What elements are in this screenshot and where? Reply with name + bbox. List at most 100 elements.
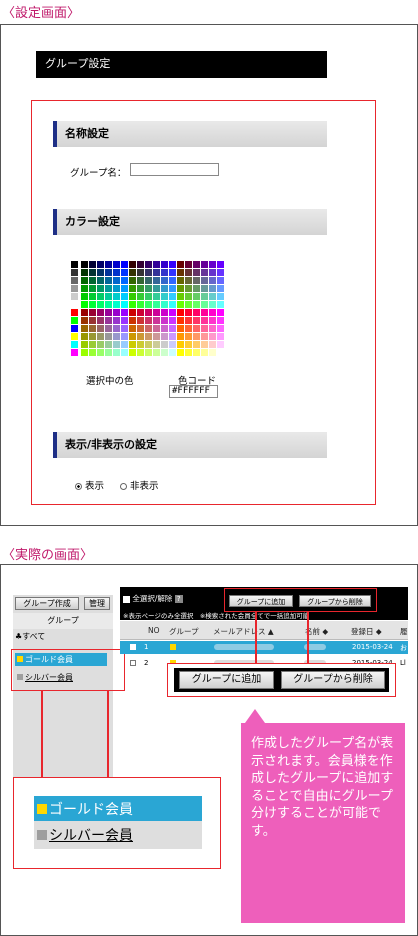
select-all-toggle[interactable]: 全選択/解除 ? — [123, 593, 183, 604]
row-checkbox[interactable] — [130, 644, 136, 650]
show-radio-checked-icon[interactable] — [75, 483, 82, 490]
zoom-add-to-group-button[interactable]: グループに追加 — [179, 671, 274, 689]
color-code-input[interactable]: #FFFFFF — [169, 385, 218, 398]
help-icon[interactable]: ? — [174, 595, 183, 603]
selected-color-label: 選択中の色 — [86, 376, 134, 387]
group-header: グループ — [13, 613, 113, 629]
palette-swatch — [105, 341, 112, 348]
col-email[interactable]: メールアドレス ▲ — [213, 626, 274, 637]
palette-swatch — [153, 317, 160, 324]
palette-swatch — [161, 301, 168, 308]
zoom-gold-square-icon — [37, 804, 47, 814]
palette-swatch — [177, 277, 184, 284]
palette-swatch — [177, 269, 184, 276]
palette-swatch — [97, 341, 104, 348]
callout-text: 作成したグループ名が表示されます。会員様を作成したグループに追加することで自由に… — [251, 736, 394, 839]
palette-swatch — [137, 293, 144, 300]
palette-swatch — [81, 277, 88, 284]
select-all-checkbox[interactable] — [123, 595, 130, 603]
palette-swatch — [137, 317, 144, 324]
palette-swatch — [129, 285, 136, 292]
palette-swatch — [105, 301, 112, 308]
col-group[interactable]: グループ — [169, 626, 199, 637]
palette-swatch — [217, 269, 224, 276]
col-history[interactable]: 履 — [400, 626, 408, 637]
palette-swatch — [209, 301, 216, 308]
manage-button[interactable]: 管理 — [84, 597, 110, 610]
row-email-blurred — [214, 644, 274, 650]
palette-swatch — [121, 277, 128, 284]
palette-swatch — [71, 341, 78, 348]
palette-swatch — [145, 309, 152, 316]
palette-swatch — [177, 341, 184, 348]
palette-swatch — [209, 269, 216, 276]
palette-swatch — [105, 261, 112, 268]
palette-swatch — [169, 333, 176, 340]
palette-swatch — [113, 301, 120, 308]
palette-swatch — [193, 325, 200, 332]
zoom-buttons-highlight: グループに追加 グループから削除 — [167, 663, 396, 697]
palette-swatch — [209, 285, 216, 292]
palette-swatch — [97, 261, 104, 268]
palette-swatch — [169, 341, 176, 348]
palette-swatch — [217, 317, 224, 324]
palette-swatch — [71, 301, 78, 308]
palette-swatch — [113, 269, 120, 276]
palette-swatch — [185, 269, 192, 276]
sidebar-connector-left — [41, 691, 43, 779]
row-checkbox[interactable] — [130, 660, 136, 666]
palette-swatch — [177, 333, 184, 340]
hide-radio-icon[interactable] — [120, 483, 127, 490]
palette-swatch — [153, 349, 160, 356]
explanation-callout: 作成したグループ名が表示されます。会員様を作成したグループに追加することで自由に… — [241, 709, 405, 923]
palette-swatch — [217, 341, 224, 348]
zoom-remove-from-group-button[interactable]: グループから削除 — [281, 671, 385, 689]
palette-swatch — [129, 277, 136, 284]
palette-swatch — [201, 349, 208, 356]
color-palette[interactable] — [71, 253, 239, 361]
palette-swatch — [105, 333, 112, 340]
palette-swatch — [113, 309, 120, 316]
hide-radio-option[interactable]: 非表示 — [120, 478, 159, 492]
row-history: お — [400, 644, 407, 652]
color-section-header: カラー設定 — [53, 209, 327, 235]
group-name-input[interactable] — [130, 163, 219, 176]
palette-swatch — [97, 309, 104, 316]
sidebar-item-all-label: すべて — [22, 632, 46, 641]
palette-swatch — [121, 349, 128, 356]
visibility-section-header: 表示/非表示の設定 — [53, 432, 327, 458]
palette-swatch — [89, 277, 96, 284]
toolbar-buttons-highlight — [224, 588, 377, 612]
palette-swatch — [153, 301, 160, 308]
zoom-silver-square-icon — [37, 830, 47, 840]
palette-swatch — [71, 333, 78, 340]
palette-swatch — [161, 261, 168, 268]
palette-swatch — [129, 301, 136, 308]
palette-swatch — [89, 341, 96, 348]
palette-swatch — [161, 309, 168, 316]
table-row[interactable]: 1 2015-03-24 お — [120, 641, 408, 654]
connector-line-left — [255, 612, 257, 666]
palette-swatch — [89, 285, 96, 292]
palette-swatch — [193, 341, 200, 348]
palette-swatch — [201, 301, 208, 308]
palette-swatch — [71, 269, 78, 276]
palette-swatch — [217, 333, 224, 340]
palette-swatch — [145, 349, 152, 356]
zoom-sidebar-item-silver[interactable]: シルバー会員 — [34, 821, 202, 849]
sidebar-item-all[interactable]: ♣すべて — [15, 631, 45, 642]
palette-swatch — [201, 325, 208, 332]
col-registered[interactable]: 登録日 ◆ — [351, 626, 382, 637]
palette-swatch — [129, 317, 136, 324]
palette-swatch — [145, 333, 152, 340]
show-radio-option[interactable]: 表示 — [75, 478, 104, 492]
palette-swatch — [193, 277, 200, 284]
palette-swatch — [89, 269, 96, 276]
palette-swatch — [209, 349, 216, 356]
create-group-button[interactable]: グループ作成 — [15, 597, 79, 610]
col-no[interactable]: NO — [148, 626, 160, 635]
palette-swatch — [71, 325, 78, 332]
zoom-sidebar-item-gold[interactable]: ゴールド会員 — [34, 796, 202, 821]
palette-swatch — [193, 301, 200, 308]
palette-swatch — [217, 261, 224, 268]
